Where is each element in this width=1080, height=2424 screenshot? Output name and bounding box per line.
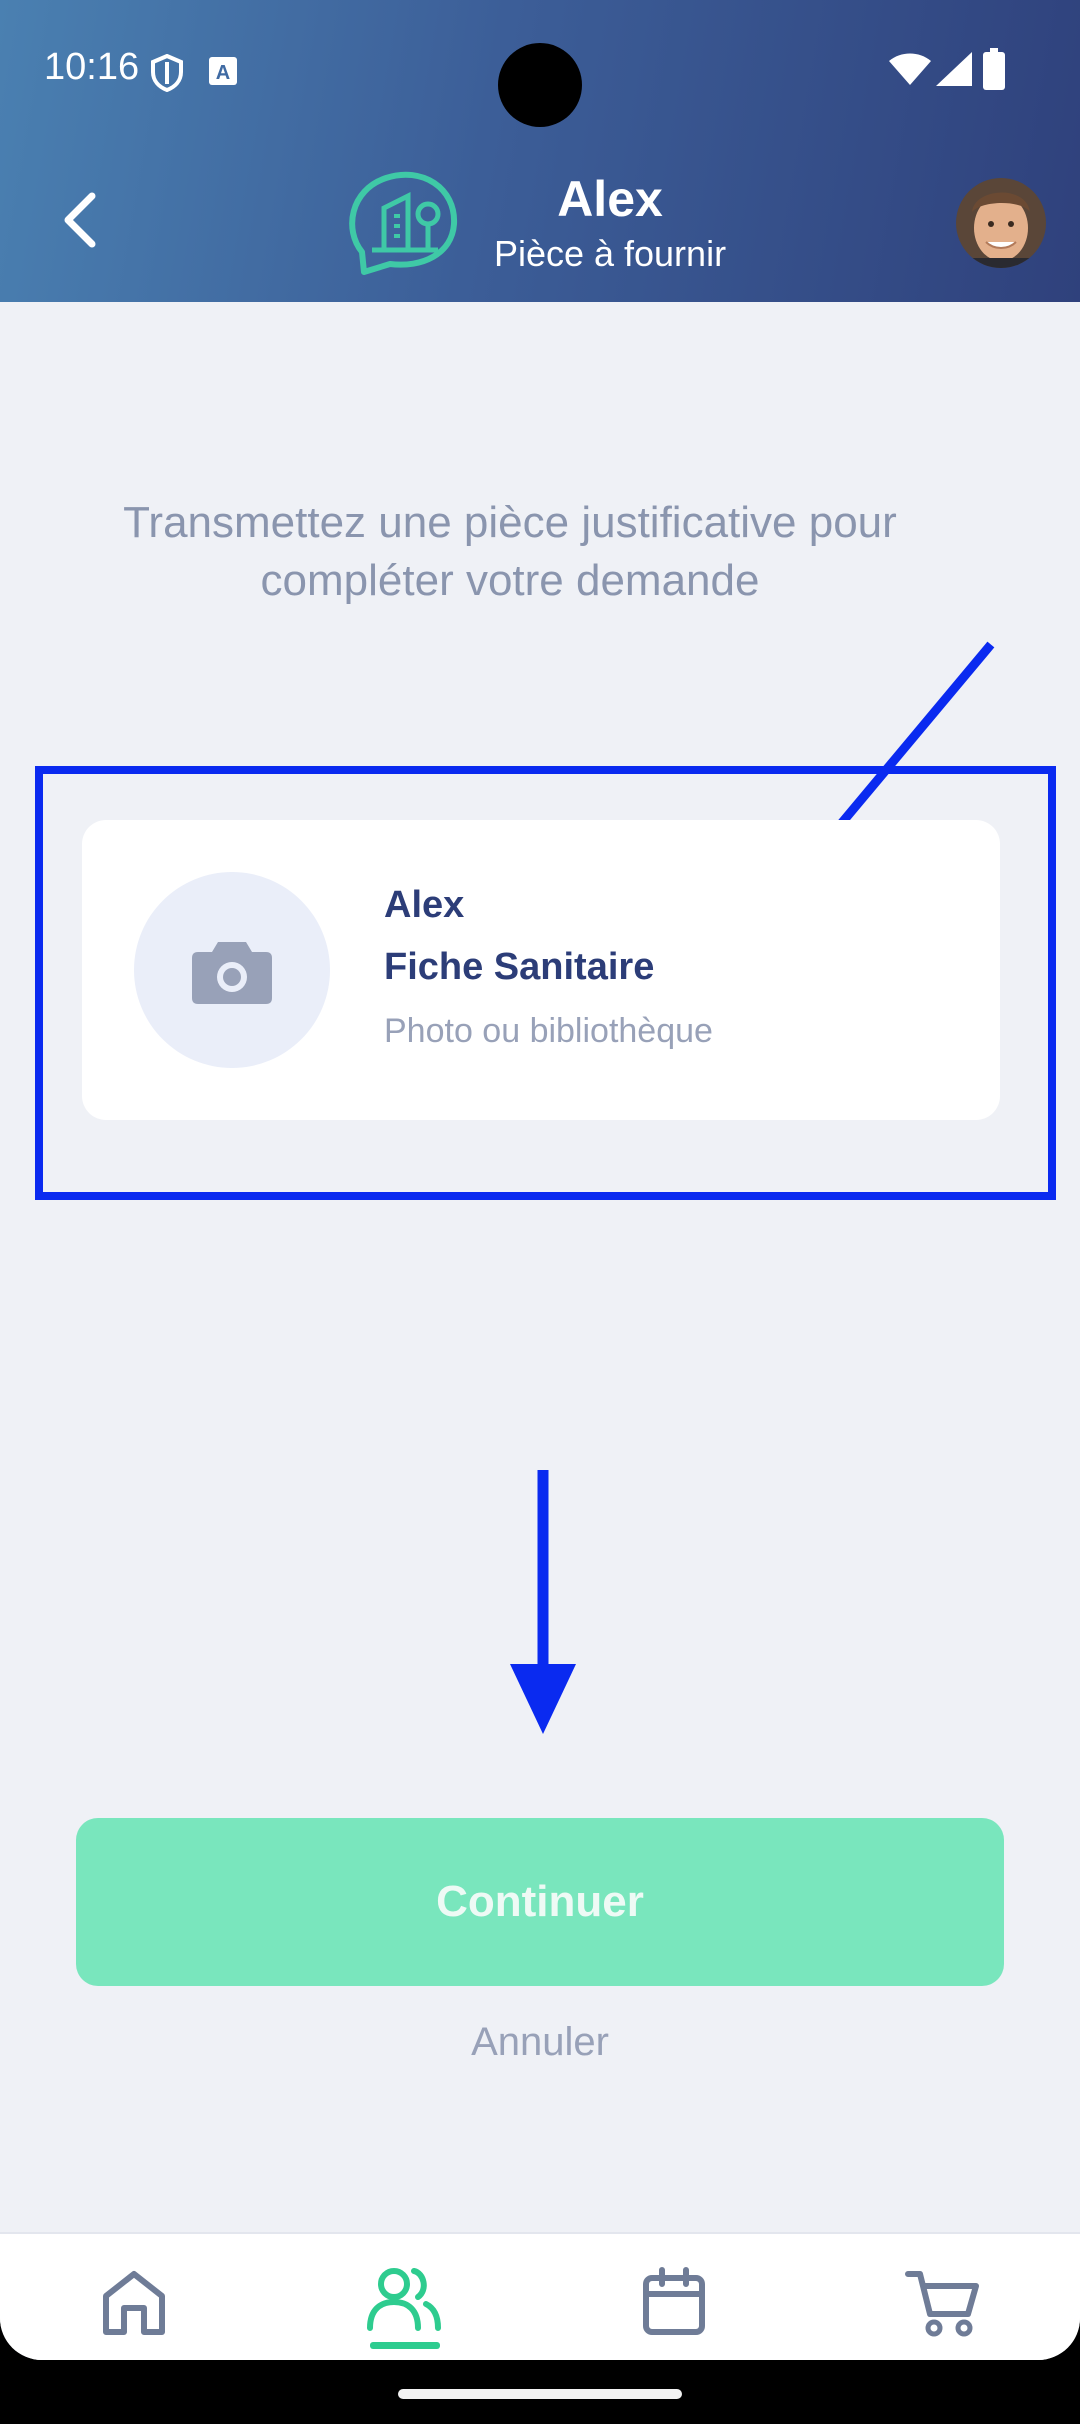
page-title: Alex — [557, 171, 663, 227]
front-camera — [498, 43, 582, 127]
keyboard-a-icon: A — [209, 57, 237, 85]
page-subtitle: Pièce à fournir — [493, 233, 727, 274]
camera-icon — [192, 942, 272, 1004]
document-name: Fiche Sanitaire — [384, 946, 655, 988]
shield-icon — [151, 54, 183, 92]
home-icon[interactable] — [94, 2262, 174, 2342]
instruction-text: Transmettez une pièce justificative pour… — [123, 498, 897, 605]
app-screen: 10:16 A Alex Pièce à fournir Transmettez… — [0, 0, 1080, 2360]
annotation-arrow-down — [510, 1470, 576, 1734]
battery-icon — [983, 48, 1005, 90]
person-name: Alex — [384, 884, 465, 926]
home-indicator[interactable] — [398, 2389, 682, 2399]
svg-text:A: A — [216, 62, 230, 84]
app-header: 10:16 A Alex Pièce à fournir — [0, 0, 1080, 302]
signal-icon — [936, 52, 972, 86]
cancel-link[interactable]: Annuler — [0, 2020, 1080, 2065]
active-tab-indicator — [370, 2342, 440, 2349]
wifi-icon — [889, 53, 931, 85]
users-icon[interactable] — [364, 2262, 444, 2342]
document-upload-card[interactable]: Alex Fiche Sanitaire Photo ou bibliothèq… — [82, 820, 1000, 1120]
upload-hint: Photo ou bibliothèque — [384, 1012, 713, 1050]
user-avatar[interactable] — [956, 178, 1046, 268]
cart-icon[interactable] — [904, 2262, 984, 2342]
bottom-navigation — [0, 2232, 1080, 2360]
continue-button[interactable]: Continuer — [76, 1818, 1004, 1986]
status-time: 10:16 — [44, 46, 140, 88]
calendar-icon[interactable] — [634, 2262, 714, 2342]
camera-button[interactable] — [134, 872, 330, 1068]
